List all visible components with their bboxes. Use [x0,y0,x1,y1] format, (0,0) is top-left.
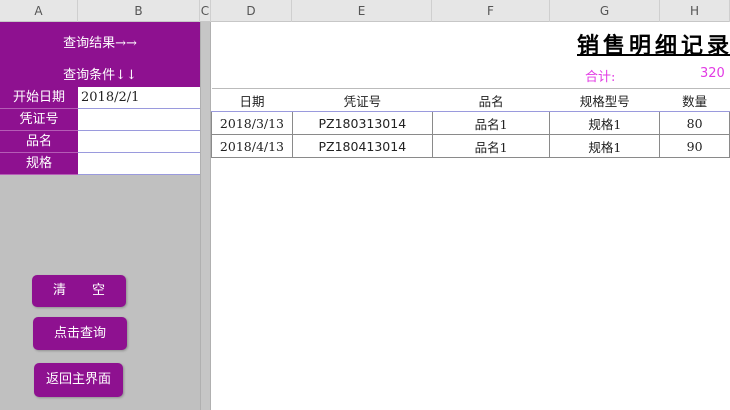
cell-product-name[interactable]: 品名1 [431,134,551,158]
column-header-h[interactable]: H [660,0,730,22]
header-date: 日期 [211,88,293,112]
cell-spec-model[interactable]: 规格1 [549,134,661,158]
spec-input[interactable] [78,153,200,175]
query-button[interactable]: 点击查询 [33,317,127,350]
report-area: 销售明细记录 合计: 320 日期 凭证号 品名 规格型号 数量 2018/3/… [211,22,730,410]
product-name-row: 品名 [0,131,200,153]
column-header-bar: A B C D E F G H [0,0,730,22]
cell-date[interactable]: 2018/4/13 [211,134,293,158]
table-row: 2018/3/13 PZ180313014 品名1 规格1 80 [211,111,730,135]
cell-quantity[interactable]: 80 [659,111,730,135]
start-date-label: 开始日期 [0,87,78,109]
sales-detail-table: 日期 凭证号 品名 规格型号 数量 2018/3/13 PZ180313014 … [211,88,730,158]
cell-date[interactable]: 2018/3/13 [211,111,293,135]
voucher-label: 凭证号 [0,109,78,131]
table-row: 2018/4/13 PZ180413014 品名1 规格1 90 [211,134,730,158]
header-voucher: 凭证号 [292,88,433,112]
product-name-input[interactable] [78,131,200,153]
start-date-row: 开始日期 2018/2/1 [0,87,200,109]
report-title: 销售明细记录 [577,33,730,59]
column-header-f[interactable]: F [432,0,550,22]
query-result-label: 查询结果→→ [63,36,137,51]
back-to-main-button[interactable]: 返回主界面 [34,363,123,397]
column-header-d[interactable]: D [211,0,292,22]
query-panel: 查询结果→→ 查询条件↓↓ 开始日期 2018/2/1 凭证号 品名 规格 清 … [0,22,200,410]
column-header-b[interactable]: B [78,0,200,22]
header-spec-model: 规格型号 [549,88,660,112]
column-header-a[interactable]: A [0,0,78,22]
cell-quantity[interactable]: 90 [659,134,730,158]
voucher-input[interactable] [78,109,200,131]
total-label: 合计: [585,70,616,85]
table-header-row: 日期 凭证号 品名 规格型号 数量 [211,88,730,112]
start-date-input[interactable]: 2018/2/1 [78,87,200,109]
cell-voucher[interactable]: PZ180413014 [291,134,433,158]
voucher-row: 凭证号 [0,109,200,131]
column-header-e[interactable]: E [292,0,432,22]
column-header-g[interactable]: G [550,0,660,22]
header-quantity: 数量 [659,88,730,112]
cell-product-name[interactable]: 品名1 [431,111,551,135]
cell-voucher[interactable]: PZ180313014 [291,111,433,135]
product-name-label: 品名 [0,131,78,153]
total-value: 320 [700,66,725,81]
column-c-gap [200,22,211,410]
header-product-name: 品名 [432,88,550,112]
cell-spec-model[interactable]: 规格1 [549,111,661,135]
clear-button[interactable]: 清 空 [32,275,126,307]
spec-row: 规格 [0,153,200,175]
spec-label: 规格 [0,153,78,175]
column-header-c[interactable]: C [200,0,211,22]
query-condition-label: 查询条件↓↓ [63,68,137,83]
panel-header: 查询结果→→ 查询条件↓↓ [0,22,200,87]
